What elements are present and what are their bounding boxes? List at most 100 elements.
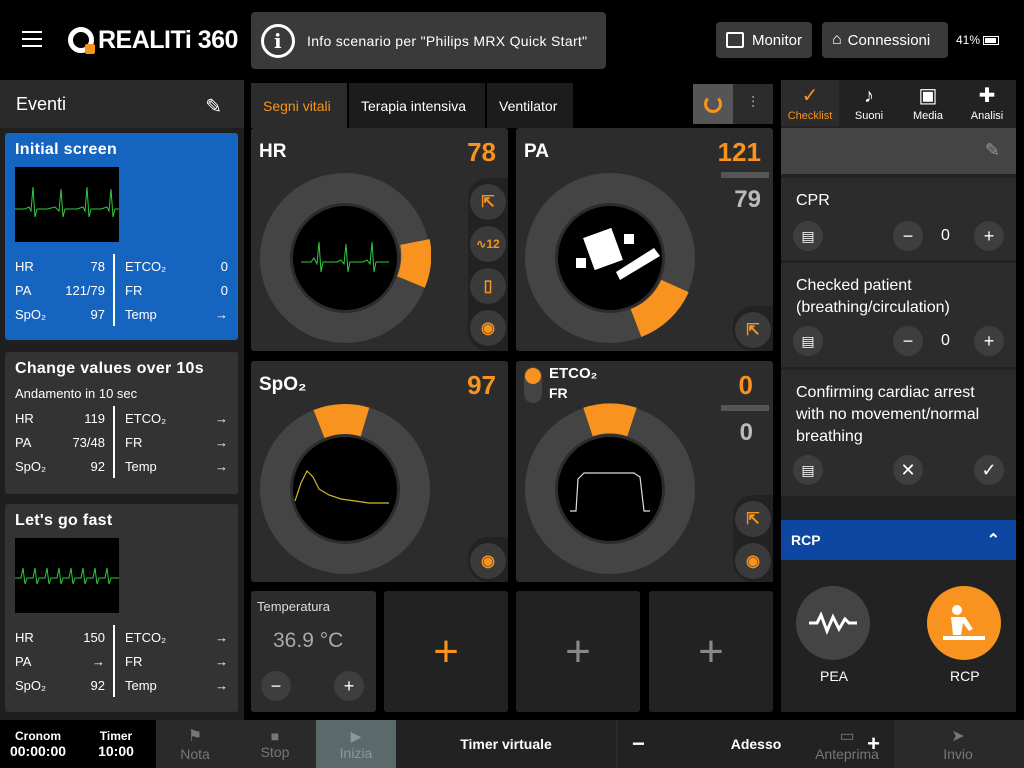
- tab-media[interactable]: ▣ Media: [899, 80, 957, 126]
- eye-icon[interactable]: ◉: [735, 543, 771, 579]
- spo2-gauge: [260, 404, 430, 574]
- pea-label: PEA: [820, 668, 849, 684]
- tab-terapia-intensiva[interactable]: Terapia intensiva: [349, 83, 485, 128]
- rcp-header[interactable]: RCP ⌃: [781, 520, 1016, 560]
- popout-icon[interactable]: ⇱: [735, 501, 771, 537]
- menu-icon[interactable]: [22, 31, 42, 47]
- plus-icon: +: [433, 626, 459, 676]
- add-vital-button[interactable]: +: [384, 591, 508, 712]
- pa-label: PA: [15, 653, 32, 669]
- plus-icon: +: [698, 626, 724, 676]
- popout-icon[interactable]: ⇱: [470, 184, 506, 220]
- event-card-title: Let's go fast: [15, 512, 113, 529]
- stop-label: Stop: [260, 744, 290, 760]
- hr-tile-label: HR: [259, 141, 287, 162]
- virtual-timer-now[interactable]: Adesso: [731, 736, 782, 752]
- battery-icon: [983, 35, 1000, 45]
- temp-label: Temp: [125, 677, 157, 693]
- tab-checklist[interactable]: ✓ Checklist: [781, 80, 839, 126]
- event-card-initial-screen[interactable]: Initial screen HR 78 PA 121/79 SpO₂ 97 ETCO…: [5, 133, 238, 340]
- fr-value: →: [215, 434, 228, 450]
- start-button[interactable]: ▶ Inizia: [316, 720, 396, 768]
- edit-icon[interactable]: ✎: [205, 94, 222, 119]
- virtual-timer-label: Timer virtuale: [396, 720, 616, 768]
- event-card-lets-go-fast[interactable]: Let's go fast HR 150 PA → SpO₂ 92 ETCO₂ → FR…: [5, 504, 238, 712]
- temp-label: Temp: [125, 458, 157, 474]
- event-card-change-values[interactable]: Change values over 10s Andamento in 10 s…: [5, 352, 238, 494]
- etco2-gauge: [525, 403, 695, 574]
- scenario-info-button[interactable]: i Info scenario per "Philips MRX Quick S…: [251, 12, 606, 69]
- circle-view-icon[interactable]: [693, 84, 733, 124]
- temperature-decrease-button[interactable]: −: [261, 671, 291, 701]
- tab-ventilator[interactable]: Ventilator: [487, 83, 573, 128]
- etco2-toggle[interactable]: [524, 367, 542, 403]
- hr-value: 119: [84, 410, 105, 426]
- pea-button[interactable]: [796, 586, 870, 660]
- spo2-label: SpO₂: [15, 677, 47, 693]
- preview-icon: ▭: [839, 728, 855, 745]
- increment-button[interactable]: +: [974, 326, 1004, 356]
- tab-label: Analisi: [970, 110, 1004, 122]
- increment-button[interactable]: +: [974, 221, 1004, 251]
- comment-icon[interactable]: ▤: [793, 455, 823, 485]
- pa-label: PA: [15, 282, 32, 298]
- temperature-tile[interactable]: Temperatura 36.9 °C − +: [251, 591, 376, 712]
- cards-icon[interactable]: ▯: [470, 268, 506, 304]
- decrement-button[interactable]: −: [893, 221, 923, 251]
- hr-value: 150: [83, 629, 105, 645]
- pa-tile[interactable]: PA 121 79 ⇱: [516, 128, 773, 351]
- send-label: Invio: [943, 746, 973, 762]
- ecg12-icon[interactable]: ∿12: [470, 226, 506, 262]
- pa-side-actions: ⇱: [733, 306, 773, 351]
- decrement-button[interactable]: −: [893, 326, 923, 356]
- connections-button[interactable]: ⌂ Connessioni: [822, 22, 948, 58]
- fr-value: →: [215, 653, 228, 669]
- add-vital-button[interactable]: +: [649, 591, 773, 712]
- tab-analysis[interactable]: ✚ Analisi: [958, 80, 1016, 126]
- connections-label: Connessioni: [847, 31, 931, 49]
- add-vital-button[interactable]: +: [516, 591, 640, 712]
- send-button[interactable]: ➤ Invio: [892, 720, 1024, 768]
- eye-icon[interactable]: ◉: [470, 543, 506, 579]
- etco2-value: 0: [220, 258, 228, 274]
- virtual-timer-decrease-button[interactable]: −: [632, 731, 645, 757]
- start-label: Inizia: [339, 744, 373, 761]
- etco2-tile[interactable]: ETCO₂ FR 0 0 ⇱ ◉: [516, 361, 773, 582]
- comment-icon[interactable]: ▤: [793, 221, 823, 251]
- temperature-increase-button[interactable]: +: [334, 671, 364, 701]
- ecg-thumbnail: [15, 538, 119, 613]
- preview-label: Anteprima: [815, 746, 879, 762]
- temp-value: →: [215, 306, 228, 322]
- send-icon: ➤: [951, 728, 965, 745]
- sliders-icon[interactable]: ⫶: [733, 84, 773, 124]
- tab-segni-vitali[interactable]: Segni vitali: [251, 83, 347, 128]
- rcp-button[interactable]: [927, 586, 1001, 660]
- edit-icon[interactable]: ✎: [985, 140, 1000, 161]
- tab-sounds[interactable]: ♪ Suoni: [840, 80, 898, 126]
- monitor-button[interactable]: Monitor: [716, 22, 812, 58]
- eye-icon[interactable]: ◉: [470, 310, 506, 346]
- spo2-value: 92: [90, 458, 105, 474]
- etco2-separator: [721, 405, 769, 411]
- etco2-label: ETCO₂: [125, 629, 167, 645]
- etco2-side-actions: ⇱ ◉: [733, 495, 773, 582]
- reject-button[interactable]: ✕: [893, 455, 923, 485]
- timer[interactable]: Timer 10:00: [76, 720, 156, 768]
- spo2-tile[interactable]: SpO₂ 97 ◉: [251, 361, 508, 582]
- preview-button[interactable]: ▭ Anteprima: [802, 720, 892, 768]
- hr-label: HR: [15, 410, 34, 426]
- check-icon: ✓: [801, 85, 819, 107]
- timer-label: Timer: [99, 729, 133, 743]
- hr-label: HR: [15, 258, 34, 274]
- chronometer: Cronom 00:00:00: [0, 720, 76, 768]
- comment-icon[interactable]: ▤: [793, 326, 823, 356]
- note-button[interactable]: ⚑ Nota: [156, 720, 234, 768]
- checklist-item: Confirming cardiac arrest with no moveme…: [781, 370, 1016, 496]
- hr-tile[interactable]: HR 78 ⇱ ∿12 ▯ ◉: [251, 128, 508, 351]
- fr-label: FR: [125, 434, 143, 450]
- confirm-button[interactable]: ✓: [974, 455, 1004, 485]
- popout-icon[interactable]: ⇱: [735, 312, 771, 348]
- spo2-label: SpO₂: [15, 458, 47, 474]
- stop-button[interactable]: ■ Stop: [236, 720, 314, 768]
- pa-value: 121/79: [65, 282, 105, 298]
